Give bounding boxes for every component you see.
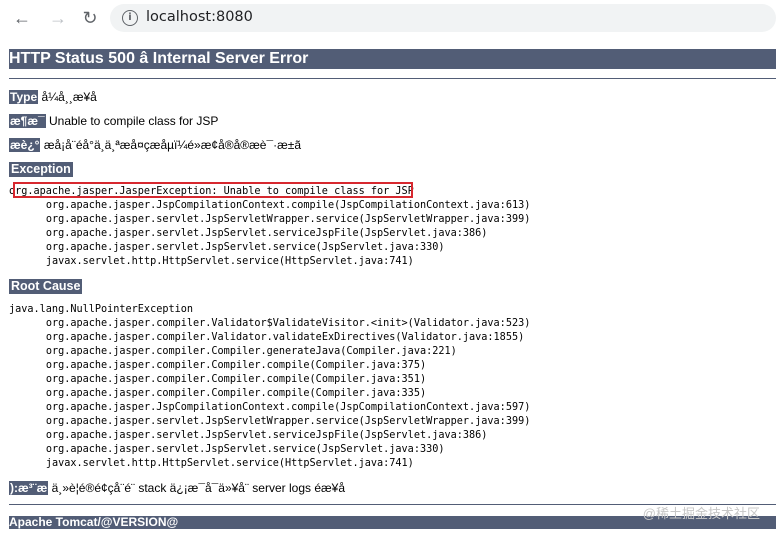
note-value: ä¸»è¦é®é¢çå¨é¨ stack ä¿¡æ¯å¯ä»¥å¨ server… [51,481,346,495]
message-row: æ¶æ¯ Unable to compile class for JSP [9,114,218,128]
description-label: æè¿° [9,138,41,152]
note-label: ):æ³¨æ [9,481,49,495]
info-icon[interactable]: i [122,10,138,26]
type-value: å¼å¸¸æ¥å [41,90,97,104]
description-value: æå¡å¨éå°ä¸ä¸ªæå¤çæåµï¼é»æ­¢å®å®æè¯·æ±ã [43,138,302,152]
note-row: ):æ³¨æ ä¸»è¦é®é¢çå¨é¨ stack ä¿¡æ¯å¯ä»¥å¨… [9,481,345,495]
message-label: æ¶æ¯ [9,114,46,128]
address-bar[interactable]: i localhost:8080 [110,4,776,32]
root-cause-header: Root Cause [9,279,83,294]
back-icon[interactable]: ← [10,6,34,30]
description-row: æè¿° æå¡å¨éå°ä¸ä¸ªæå¤çæåµï¼é»æ­¢å®å®æè¯·… [9,138,301,152]
type-row: Type å¼å¸¸æ¥å [9,90,97,104]
page-title: HTTP Status 500 â Internal Server Error [9,49,776,69]
message-value: Unable to compile class for JSP [48,114,219,128]
error-page: HTTP Status 500 â Internal Server Error … [9,37,776,529]
url-text[interactable]: localhost:8080 [146,9,253,25]
reload-icon[interactable]: ↻ [78,6,102,30]
type-label: Type [9,90,39,104]
watermark: @稀土掘金技术社区 [642,506,760,521]
divider [9,78,776,79]
browser-toolbar: ← → ↻ i localhost:8080 [0,0,776,37]
root-cause-trace: java.lang.NullPointerException org.apach… [9,304,531,469]
forward-icon[interactable]: → [46,6,70,30]
highlight-box [13,182,413,198]
exception-header: Exception [9,162,73,177]
